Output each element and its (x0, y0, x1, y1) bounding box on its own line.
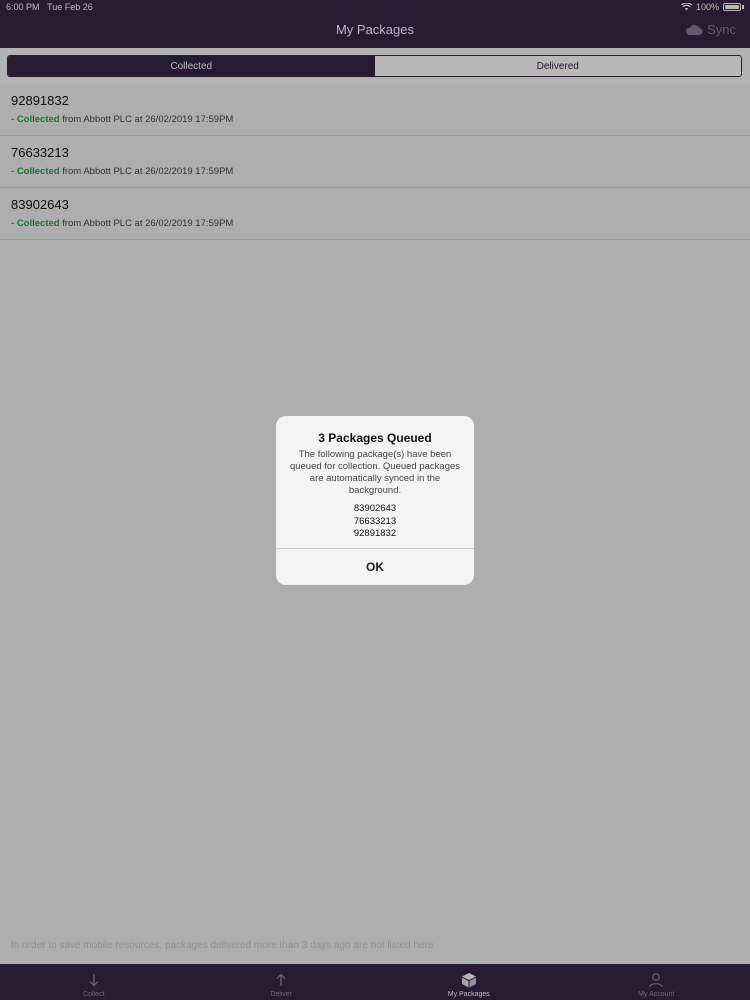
ok-button[interactable]: OK (276, 549, 474, 585)
alert-dialog: 3 Packages Queued The following package(… (276, 416, 474, 585)
alert-package-id: 76633213 (353, 515, 397, 527)
alert-package-ids: 83902643 76633213 92891832 (276, 503, 474, 541)
alert-package-id: 83902643 (353, 503, 397, 514)
alert-package-id: 92891832 (353, 528, 397, 539)
alert-message: The following package(s) have been queue… (289, 449, 461, 496)
alert-title: 3 Packages Queued (318, 431, 432, 445)
